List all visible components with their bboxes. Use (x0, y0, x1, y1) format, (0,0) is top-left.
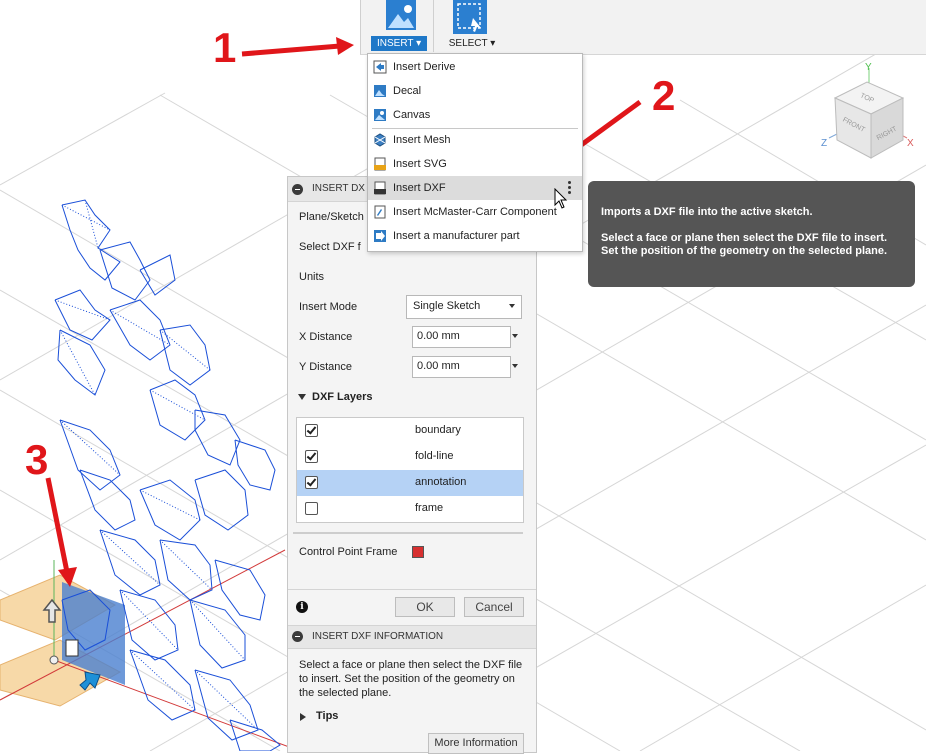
y-distance-dropdown-icon[interactable] (512, 364, 518, 368)
toolbar-divider (433, 0, 434, 52)
divider (288, 589, 536, 590)
ok-button[interactable]: OK (395, 597, 455, 617)
insert-derive-icon (373, 60, 387, 74)
plane-sketch-label: Plane/Sketch (299, 211, 364, 223)
tips-expand-icon[interactable] (300, 713, 306, 721)
layer-row-annotation[interactable]: annotation (297, 470, 523, 496)
annotation-number-2: 2 (652, 72, 676, 119)
layers-expand-icon[interactable] (298, 394, 306, 400)
menu-item-label: Insert Mesh (393, 134, 451, 146)
mouse-cursor-icon (554, 188, 568, 209)
control-point-frame-label: Control Point Frame (299, 546, 398, 558)
select-menu-button[interactable]: SELECT ▾ (447, 36, 497, 51)
select-dxf-label: Select DXF f (299, 241, 361, 253)
info-icon[interactable]: i (296, 601, 308, 613)
menu-item-label: Insert a manufacturer part (393, 230, 520, 242)
layer-checkbox-boundary[interactable] (305, 424, 318, 437)
menu-item-label: Decal (393, 85, 422, 97)
menu-item-insert-svg[interactable]: Insert SVG (368, 152, 582, 176)
select-tool[interactable]: SELECT ▾ (441, 0, 501, 54)
menu-item-mcmaster-carr[interactable]: Insert McMaster-Carr Component (368, 200, 582, 224)
insert-dxf-dialog: INSERT DX Plane/Sketch Select DXF f Unit… (287, 176, 537, 754)
info-section-title: INSERT DXF INFORMATION (312, 631, 444, 642)
insert-image-icon[interactable] (384, 0, 418, 34)
menu-item-label: Insert DXF (393, 182, 446, 194)
annotation-number-3: 3 (25, 436, 49, 483)
divider (293, 532, 523, 534)
cancel-button[interactable]: Cancel (464, 597, 524, 617)
control-point-frame-checkbox[interactable] (412, 546, 424, 558)
info-description: Select a face or plane then select the D… (299, 659, 523, 699)
menu-item-label: Insert Derive (393, 61, 456, 73)
menu-item-label: Insert McMaster-Carr Component (393, 206, 557, 218)
insert-dxf-tooltip: Imports a DXF file into the active sketc… (588, 181, 915, 287)
layer-checkbox-fold-line[interactable] (305, 450, 318, 463)
mcmaster-icon (374, 205, 386, 219)
insert-dropdown-menu: Insert Derive Decal Canvas Insert Mesh I… (367, 53, 583, 252)
x-distance-input[interactable]: 0.00 mm (412, 326, 511, 348)
menu-item-canvas[interactable]: Canvas (368, 103, 582, 127)
y-distance-input[interactable]: 0.00 mm (412, 356, 511, 378)
insert-menu-button[interactable]: INSERT ▾ (371, 36, 428, 51)
layer-checkbox-annotation[interactable] (305, 476, 318, 489)
dialog-title: INSERT DX (312, 183, 365, 194)
menu-item-label: Canvas (393, 109, 431, 121)
dxf-layers-title[interactable]: DXF Layers (312, 391, 373, 403)
more-options-icon[interactable] (568, 181, 572, 195)
collapse-icon[interactable] (292, 184, 303, 195)
x-distance-label: X Distance (299, 331, 353, 343)
y-distance-value: 0.00 mm (417, 360, 460, 372)
x-distance-value: 0.00 mm (417, 330, 460, 342)
axis-y-label: Y (865, 62, 872, 73)
axis-z-label: Z (821, 138, 827, 149)
menu-item-decal[interactable]: Decal (368, 79, 582, 103)
menu-item-manufacturer-part[interactable]: Insert a manufacturer part (368, 224, 582, 248)
layer-name: fold-line (415, 450, 454, 462)
manufacturer-part-icon (374, 230, 386, 242)
toolbar: INSERT ▾ SELECT ▾ (360, 0, 926, 55)
tooltip-summary: Imports a DXF file into the active sketc… (601, 206, 813, 218)
collapse-icon[interactable] (292, 631, 303, 642)
layer-row-boundary[interactable]: boundary (297, 418, 523, 444)
layer-name: boundary (415, 424, 461, 436)
tooltip-description: Select a face or plane then select the D… (601, 232, 888, 257)
annotation-number-1: 1 (213, 24, 237, 71)
y-distance-label: Y Distance (299, 361, 352, 373)
view-cube[interactable]: TOP FRONT RIGHT Y Z X (815, 58, 925, 168)
layer-name: frame (415, 502, 444, 514)
tips-title[interactable]: Tips (316, 710, 338, 722)
layer-row-fold-line[interactable]: fold-line (297, 444, 523, 470)
insert-mode-label: Insert Mode (299, 301, 358, 313)
x-distance-dropdown-icon[interactable] (512, 334, 518, 338)
select-window-icon[interactable] (453, 0, 487, 34)
dxf-layer-list: boundary fold-line annotation frame (296, 417, 524, 523)
insert-mode-select[interactable]: Single Sketch (406, 295, 522, 319)
menu-item-label: Insert SVG (393, 158, 447, 170)
menu-item-insert-mesh[interactable]: Insert Mesh (368, 128, 582, 152)
info-section-header[interactable]: INSERT DXF INFORMATION (288, 625, 536, 649)
insert-tool[interactable]: INSERT ▾ (366, 0, 430, 54)
insert-svg-icon (374, 157, 386, 171)
decal-icon (374, 85, 386, 97)
units-label: Units (299, 271, 325, 283)
insert-mesh-icon (374, 133, 386, 147)
chevron-down-icon (509, 304, 515, 308)
insert-dxf-icon (374, 181, 386, 195)
insert-mode-value: Single Sketch (413, 300, 481, 312)
menu-item-insert-dxf[interactable]: Insert DXF (368, 176, 582, 200)
axis-x-label: X (907, 138, 914, 149)
layer-name: annotation (415, 476, 467, 488)
canvas-icon (374, 109, 386, 121)
layer-row-frame[interactable]: frame (297, 496, 523, 522)
menu-item-insert-derive[interactable]: Insert Derive (368, 55, 582, 79)
layer-checkbox-frame[interactable] (305, 502, 318, 515)
